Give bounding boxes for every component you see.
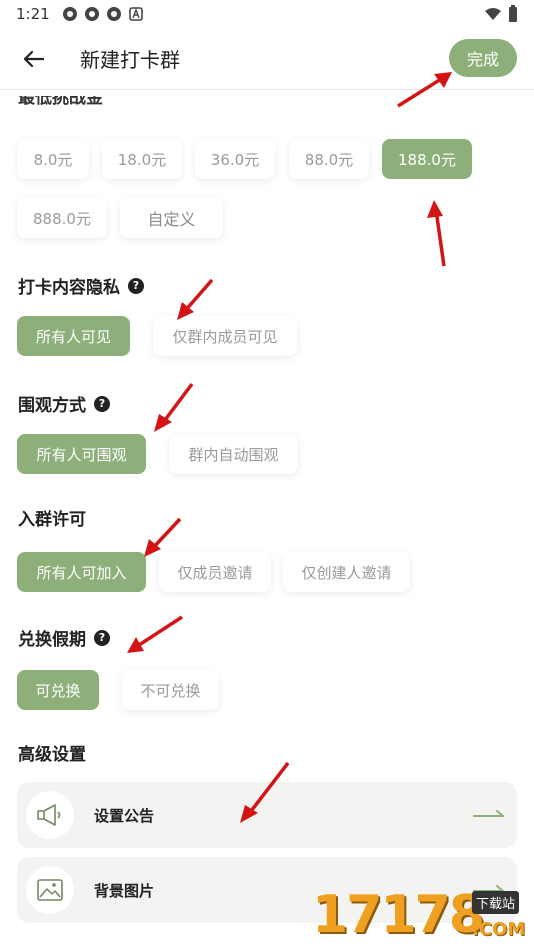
help-icon[interactable]: ? — [128, 277, 144, 294]
option-privacy-everyone[interactable]: 所有人可见 — [17, 316, 130, 356]
section-title-text: 兑换假期 — [18, 630, 86, 650]
section-title-text: 围观方式 — [18, 396, 86, 416]
back-button[interactable] — [18, 44, 48, 74]
status-bar: 1:21 — [0, 0, 534, 28]
option-18[interactable]: 18.0元 — [102, 139, 182, 179]
annotation-arrow — [397, 72, 452, 108]
watermark-logo: 17178 下载站 .COM — [312, 885, 534, 950]
option-88[interactable]: 88.0元 — [289, 139, 369, 179]
font-notification-icon — [128, 7, 143, 21]
section-title-watch: 围观方式 ? — [18, 391, 110, 416]
help-icon[interactable]: ? — [94, 395, 110, 412]
section-title-advanced: 高级设置 — [18, 740, 86, 765]
battery-icon — [509, 5, 517, 22]
arrow-right-icon — [473, 810, 504, 817]
option-join-creator-invite[interactable]: 仅创建人邀请 — [283, 552, 410, 592]
option-888[interactable]: 888.0元 — [17, 198, 107, 238]
image-icon — [37, 879, 63, 901]
option-watch-auto[interactable]: 群内自动围观 — [169, 434, 298, 474]
page-title: 新建打卡群 — [80, 48, 180, 72]
watermark-digits: 17178 — [312, 885, 485, 945]
annotation-arrow — [177, 278, 214, 320]
option-8[interactable]: 8.0元 — [17, 139, 89, 179]
option-custom[interactable]: 自定义 — [120, 198, 223, 238]
option-leave-allowed[interactable]: 可兑换 — [17, 670, 99, 710]
option-watch-everyone[interactable]: 所有人可围观 — [17, 434, 146, 474]
annotation-arrow — [154, 382, 194, 432]
option-leave-disallowed[interactable]: 不可兑换 — [122, 670, 219, 710]
option-join-everyone[interactable]: 所有人可加入 — [17, 552, 146, 592]
arrow-left-icon — [23, 50, 44, 67]
annotation-arrow — [144, 517, 182, 557]
option-188-selected[interactable]: 188.0元 — [382, 139, 472, 179]
option-privacy-members[interactable]: 仅群内成员可见 — [153, 316, 297, 356]
megaphone-icon — [37, 804, 61, 826]
app-notification-icon — [84, 7, 99, 21]
section-title-join: 入群许可 — [18, 505, 86, 530]
section-title-privacy: 打卡内容隐私 ? — [18, 273, 144, 298]
watermark-suffix: .COM — [472, 919, 526, 940]
status-time: 1:21 — [16, 5, 50, 23]
wifi-icon — [485, 8, 501, 20]
help-icon[interactable]: ? — [94, 629, 110, 646]
section-title-text: 高级设置 — [18, 745, 86, 765]
section-title-leave: 兑换假期 ? — [18, 625, 110, 650]
item-icon-wrap — [26, 866, 74, 914]
option-36[interactable]: 36.0元 — [195, 139, 275, 179]
watermark-badge: 下载站 — [472, 891, 520, 914]
annotation-arrow — [240, 761, 290, 823]
app-notification-icon — [62, 7, 77, 21]
section-title-min-challenge: 最低挑战金 — [18, 96, 103, 108]
settings-item-label: 背景图片 — [94, 881, 155, 900]
section-title-text: 入群许可 — [18, 510, 86, 530]
settings-item-label: 设置公告 — [94, 806, 155, 825]
annotation-arrow — [127, 615, 183, 653]
annotation-arrow — [427, 200, 446, 267]
app-notification-icon — [106, 7, 121, 21]
item-icon-wrap — [26, 791, 74, 839]
section-title-text: 打卡内容隐私 — [18, 278, 120, 298]
